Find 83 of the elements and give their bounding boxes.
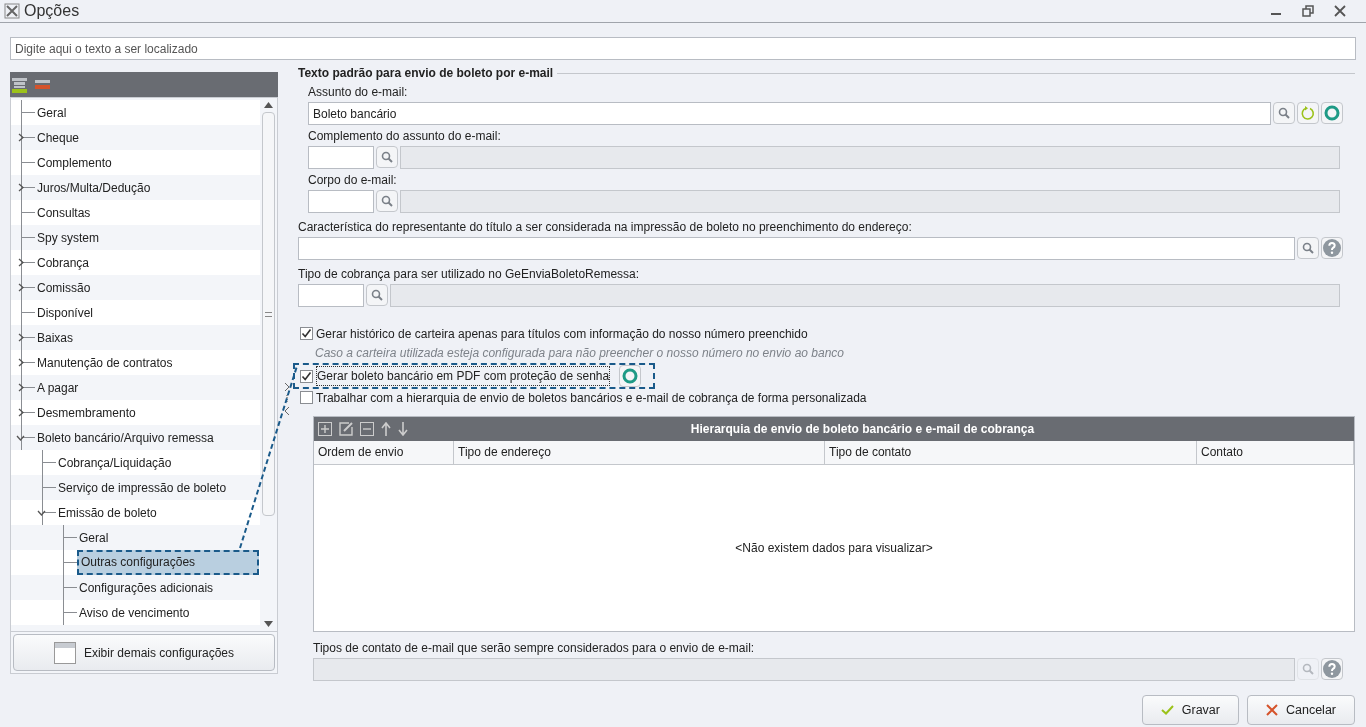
tree-item[interactable]: Disponível xyxy=(35,303,96,322)
checkbox[interactable] xyxy=(300,327,313,340)
checkbox[interactable] xyxy=(300,369,313,383)
save-button[interactable]: Gravar xyxy=(1141,695,1239,725)
cancel-button[interactable]: Cancelar xyxy=(1246,695,1355,725)
ring-button[interactable] xyxy=(619,365,642,387)
collapse-all-icon[interactable] xyxy=(35,79,50,90)
search-button[interactable] xyxy=(376,190,398,212)
grid-title: Hierarquia de envio de boleto bancário e e-mail de cobrança xyxy=(689,421,1036,438)
close-icon xyxy=(1265,704,1278,716)
text-field[interactable] xyxy=(298,237,1295,260)
window-icon xyxy=(53,641,76,664)
window-title: Opções xyxy=(24,1,80,21)
tree-item[interactable]: Consultas xyxy=(35,203,93,222)
search-icon xyxy=(1302,663,1314,675)
search-icon xyxy=(1302,242,1314,254)
tree-item[interactable]: Geral xyxy=(35,103,69,122)
refresh-button[interactable] xyxy=(1297,102,1319,124)
ring-button[interactable] xyxy=(1321,102,1343,124)
app-logo-icon xyxy=(4,3,20,19)
check-icon xyxy=(1160,705,1174,715)
move-up-icon[interactable] xyxy=(381,422,391,436)
help-icon xyxy=(1323,239,1341,257)
code-field[interactable] xyxy=(308,146,374,169)
help-button[interactable] xyxy=(1321,237,1343,259)
code-field[interactable] xyxy=(308,190,374,213)
empty-message: <Não existem dados para visualizar> xyxy=(735,540,933,557)
ring-icon xyxy=(622,368,639,384)
section-title: Texto padrão para envio de boleto por e-mail xyxy=(298,65,554,82)
text-field[interactable]: Boleto bancário xyxy=(308,102,1271,125)
tree-item[interactable]: Juros/Multa/Dedução xyxy=(35,178,153,197)
help-icon xyxy=(1323,660,1341,678)
tree-item[interactable]: Spy system xyxy=(35,228,101,247)
checkbox[interactable] xyxy=(300,391,313,404)
hint-text: Caso a carteira utilizada esteja configurada para não preencher o nosso número no envio ao banco xyxy=(314,345,845,362)
search-button[interactable] xyxy=(366,284,388,306)
search-icon xyxy=(381,195,393,207)
scroll-up-icon[interactable] xyxy=(264,102,273,108)
help-button[interactable] xyxy=(1321,658,1343,680)
scroll-down-icon[interactable] xyxy=(264,621,273,627)
checkbox-label[interactable]: Gerar histórico de carteira apenas para títulos com informação do nosso número preenchido xyxy=(316,324,808,343)
search-button[interactable] xyxy=(1297,237,1319,259)
tree-item[interactable]: Serviço de impressão de boleto xyxy=(56,478,229,497)
splitter-handle-icon[interactable] xyxy=(284,380,292,417)
restore-icon[interactable] xyxy=(1302,5,1314,17)
tree-item[interactable]: Boleto bancário/Arquivo remessa xyxy=(35,428,216,447)
move-down-icon[interactable] xyxy=(398,422,408,436)
search-button[interactable] xyxy=(376,146,398,168)
field-label: Corpo do e-mail: xyxy=(308,172,398,189)
edit-icon[interactable] xyxy=(339,422,353,436)
scrollbar-thumb[interactable] xyxy=(262,112,275,516)
column-header[interactable]: Tipo de endereço xyxy=(454,441,825,464)
remove-icon[interactable] xyxy=(360,422,374,436)
field-label: Assunto do e-mail: xyxy=(308,84,409,101)
tree-item[interactable]: Geral xyxy=(77,528,111,547)
column-header[interactable]: Tipo de contato xyxy=(825,441,1197,464)
ring-icon xyxy=(1324,105,1340,121)
tree-item[interactable]: Cheque xyxy=(35,128,82,147)
field-label: Tipo de cobrança para ser utilizado no GeEnviaBoletoRemessa: xyxy=(298,266,641,283)
field-label: Característica do representante do título a ser considerada na impressão de boleto no preenchimento do endereço: xyxy=(298,219,913,236)
search-icon xyxy=(371,289,383,301)
column-header[interactable]: Ordem de envio xyxy=(314,441,454,464)
tree-item[interactable]: Baixas xyxy=(35,328,76,347)
add-icon[interactable] xyxy=(318,422,332,436)
search-icon xyxy=(381,151,393,163)
refresh-icon xyxy=(1300,105,1316,121)
tree-item[interactable]: Cobrança xyxy=(35,253,92,272)
checkbox-label[interactable]: Gerar boleto bancário em PDF com proteção de senha xyxy=(316,366,611,386)
field-label: Tipos de contato de e-mail que serão sempre considerados para o envio de e-mail: xyxy=(313,640,756,657)
tree-item[interactable]: A pagar xyxy=(35,378,81,397)
tree-item[interactable]: Configurações adicionais xyxy=(77,578,216,597)
tree-item[interactable]: Comissão xyxy=(35,278,93,297)
expand-all-icon[interactable] xyxy=(12,76,27,93)
code-field[interactable] xyxy=(298,284,364,307)
column-header[interactable]: Contato xyxy=(1197,441,1354,464)
search-button[interactable] xyxy=(1273,102,1295,124)
field-label: Complemento do assunto do e-mail: xyxy=(308,128,502,145)
close-icon[interactable] xyxy=(1334,5,1346,17)
search-icon xyxy=(1278,107,1290,119)
show-more-button[interactable]: Exibir demais configurações xyxy=(13,634,275,671)
tree-item[interactable]: Outras configurações xyxy=(77,550,259,575)
checkbox-label[interactable]: Trabalhar com a hierarquia de envio de boletos bancários e e-mail de cobrança de forma personalizada xyxy=(316,388,867,407)
search-field[interactable]: Digite aqui o texto a ser localizado xyxy=(10,37,1356,60)
